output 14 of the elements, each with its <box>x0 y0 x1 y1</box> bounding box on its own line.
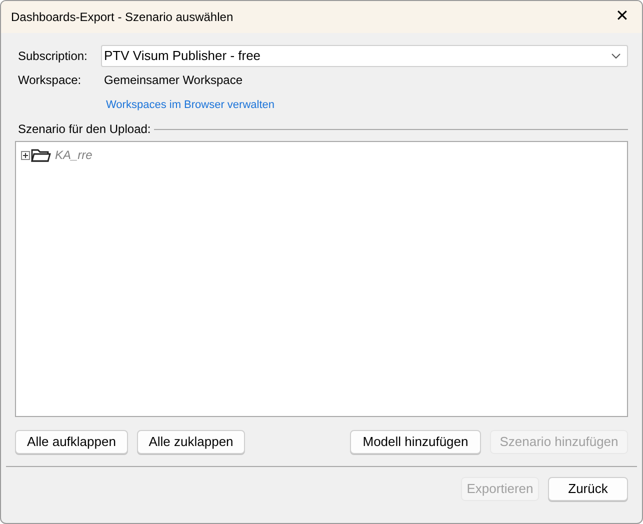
dialog-button[interactable]: Alle zuklappen <box>137 430 245 454</box>
folder-icon <box>31 148 51 162</box>
window-title: Dashboards-Export - Szenario auswählen <box>11 9 234 26</box>
close-button[interactable]: ✕ <box>610 5 634 29</box>
manage-workspaces-link[interactable]: Workspaces im Browser verwalten <box>106 96 275 114</box>
subscription-dropdown[interactable]: PTV Visum Publisher - free <box>101 45 628 67</box>
dialog-button[interactable]: Modell hinzufügen <box>350 430 481 454</box>
workspace-label: Workspace: <box>17 72 82 89</box>
dialog-button[interactable]: Zurück <box>548 477 628 501</box>
subscription-label: Subscription: <box>17 48 88 65</box>
chevron-down-icon <box>611 53 621 59</box>
scenario-group-label: Szenario für den Upload: <box>18 121 151 138</box>
workspace-value: Gemeinsamer Workspace <box>103 72 242 89</box>
dialog-button[interactable]: Alle aufklappen <box>15 430 128 454</box>
